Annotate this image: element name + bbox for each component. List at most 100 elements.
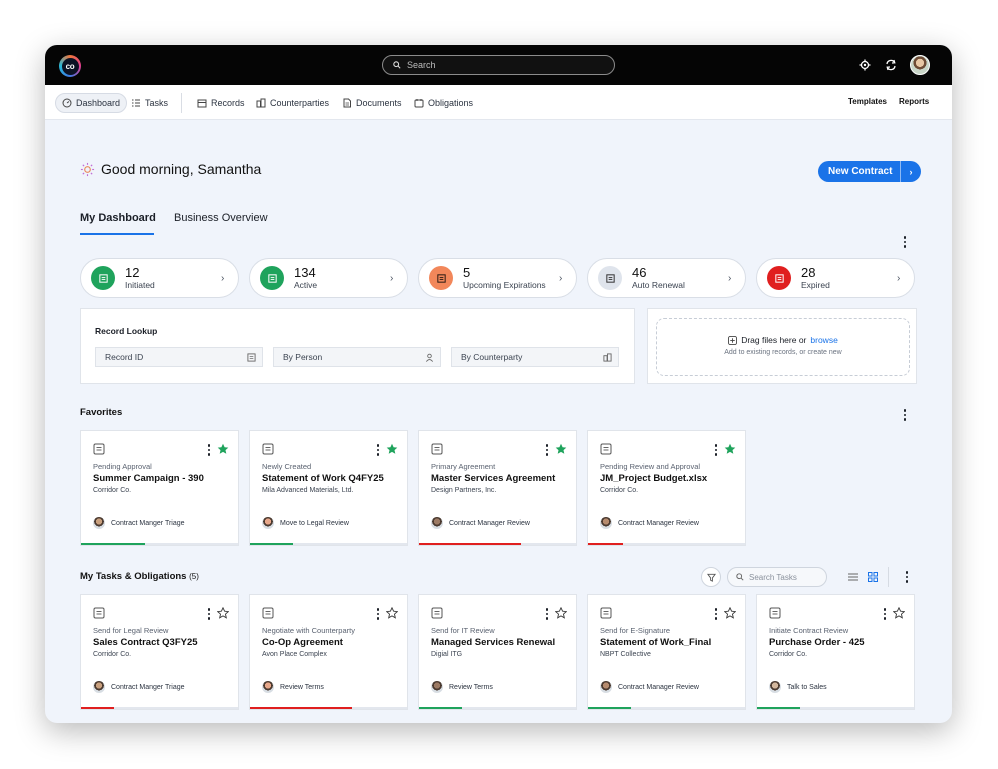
record-id-field[interactable]: Record ID [95,347,263,367]
browse-link[interactable]: browse [810,335,837,345]
grid-view-icon[interactable] [867,571,879,583]
stat-icon-auto-renewal [598,266,622,290]
star-outline-icon[interactable] [386,607,398,619]
star-filled-icon[interactable] [555,443,567,455]
top-bar: co [45,45,952,85]
card-more-icon[interactable] [205,443,213,457]
favorites-title: Favorites [80,407,123,418]
star-filled-icon[interactable] [217,443,229,455]
assignee-label: Contract Manager Review [618,683,699,691]
stat-initiated[interactable]: 12 Initiated › [80,258,239,298]
stat-auto-renewal[interactable]: 46 Auto Renewal › [587,258,746,298]
chevron-right-icon: › [390,272,394,284]
contract-card[interactable]: Primary Agreement Master Services Agreeme… [418,430,577,546]
contract-card[interactable]: Send for Legal Review Sales Contract Q3FY… [80,594,239,710]
star-outline-icon[interactable] [555,607,567,619]
card-title[interactable]: Sales Contract Q3FY25 [93,637,198,648]
tasks-more-icon[interactable] [903,570,911,584]
task-search-input[interactable] [749,572,819,582]
contract-card[interactable]: Negotiate with Counterparty Co-Op Agreeme… [249,594,408,710]
new-contract-button[interactable]: New Contract › [818,161,921,182]
favorites-more-icon[interactable] [901,408,909,422]
global-search-input[interactable] [407,60,597,70]
stat-icon-upcoming [429,266,453,290]
stat-active[interactable]: 134 Active › [249,258,408,298]
contract-card[interactable]: Pending Review and Approval JM_Project Bu… [587,430,746,546]
card-title[interactable]: Purchase Order - 425 [769,637,865,648]
card-more-icon[interactable] [205,607,213,621]
nav-records[interactable]: Records [191,93,251,113]
card-company: Corridor Co. [93,487,132,494]
dashboard-more-icon[interactable] [901,235,909,249]
card-title[interactable]: Statement of Work_Final [600,637,711,648]
card-assignee: Review Terms [262,681,324,693]
card-more-icon[interactable] [712,443,720,457]
contract-card[interactable]: Pending Approval Summer Campaign - 390 Cor… [80,430,239,546]
dropzone-text: Drag files here or [741,335,807,345]
card-title[interactable]: Managed Services Renewal [431,637,555,648]
card-more-icon[interactable] [374,443,382,457]
card-title[interactable]: Statement of Work Q4FY25 [262,473,384,484]
star-outline-icon[interactable] [724,607,736,619]
assignee-avatar [262,517,274,529]
dropzone-area[interactable]: Drag files here or browse Add to existin… [656,318,910,376]
global-search[interactable] [382,55,615,75]
building-icon [603,352,612,362]
card-status: Initiate Contract Review [769,626,849,635]
sync-icon[interactable] [884,58,898,72]
task-search[interactable] [727,567,827,587]
nav-templates[interactable]: Templates [848,97,887,106]
gear-icon[interactable] [858,58,872,72]
card-more-icon[interactable] [712,607,720,621]
list-view-icon[interactable] [847,571,859,583]
contract-card[interactable]: Send for E-Signature Statement of Work_Fi… [587,594,746,710]
star-filled-icon[interactable] [724,443,736,455]
nav-reports[interactable]: Reports [899,97,929,106]
card-more-icon[interactable] [881,607,889,621]
stat-upcoming-expirations[interactable]: 5 Upcoming Expirations › [418,258,577,298]
card-title[interactable]: JM_Project Budget.xlsx [600,473,707,484]
record-lookup-title: Record Lookup [95,326,158,336]
star-filled-icon[interactable] [386,443,398,455]
nav-obligations[interactable]: Obligations [408,93,479,113]
nav-tasks[interactable]: Tasks [125,93,174,113]
card-more-icon[interactable] [374,607,382,621]
star-outline-icon[interactable] [893,607,905,619]
contract-card[interactable]: Send for IT Review Managed Services Renew… [418,594,577,710]
card-assignee: Move to Legal Review [262,517,349,529]
contract-card[interactable]: Initiate Contract Review Purchase Order -… [756,594,915,710]
stat-expired[interactable]: 28 Expired › [756,258,915,298]
card-assignee: Contract Manager Review [600,681,699,693]
card-title[interactable]: Summer Campaign - 390 [93,473,204,484]
assignee-avatar [600,517,612,529]
card-title[interactable]: Master Services Agreement [431,473,555,484]
nav-documents[interactable]: Documents [336,93,408,113]
card-title[interactable]: Co-Op Agreement [262,637,343,648]
by-counterparty-field[interactable]: By Counterparty [451,347,619,367]
contract-card[interactable]: Newly Created Statement of Work Q4FY25 Mil… [249,430,408,546]
stat-icon-expired [767,266,791,290]
card-more-icon[interactable] [543,443,551,457]
nav-dashboard-label: Dashboard [76,98,121,108]
file-dropzone[interactable]: Drag files here or browse Add to existin… [647,308,917,384]
tab-business-overview[interactable]: Business Overview [174,212,268,224]
stat-label: Active [294,279,318,290]
progress-fill [757,707,800,709]
tasks-icon [132,99,140,107]
tab-my-dashboard[interactable]: My Dashboard [80,212,156,224]
contract-icon [262,443,274,455]
app-logo[interactable]: co [59,55,81,77]
filter-button[interactable] [701,567,721,587]
nav-counterparties[interactable]: Counterparties [250,93,335,113]
card-more-icon[interactable] [543,607,551,621]
upload-icon [728,335,738,345]
user-avatar[interactable] [910,55,930,75]
chevron-right-icon[interactable]: › [900,161,921,182]
app-window: co Dashboard Tasks Records Counterpartie… [45,45,952,723]
by-person-field[interactable]: By Person [273,347,441,367]
counterparties-icon [256,98,266,108]
star-outline-icon[interactable] [217,607,229,619]
stat-value: 12 [125,264,140,280]
nav-dashboard[interactable]: Dashboard [55,93,128,113]
record-id-label: Record ID [105,352,144,362]
